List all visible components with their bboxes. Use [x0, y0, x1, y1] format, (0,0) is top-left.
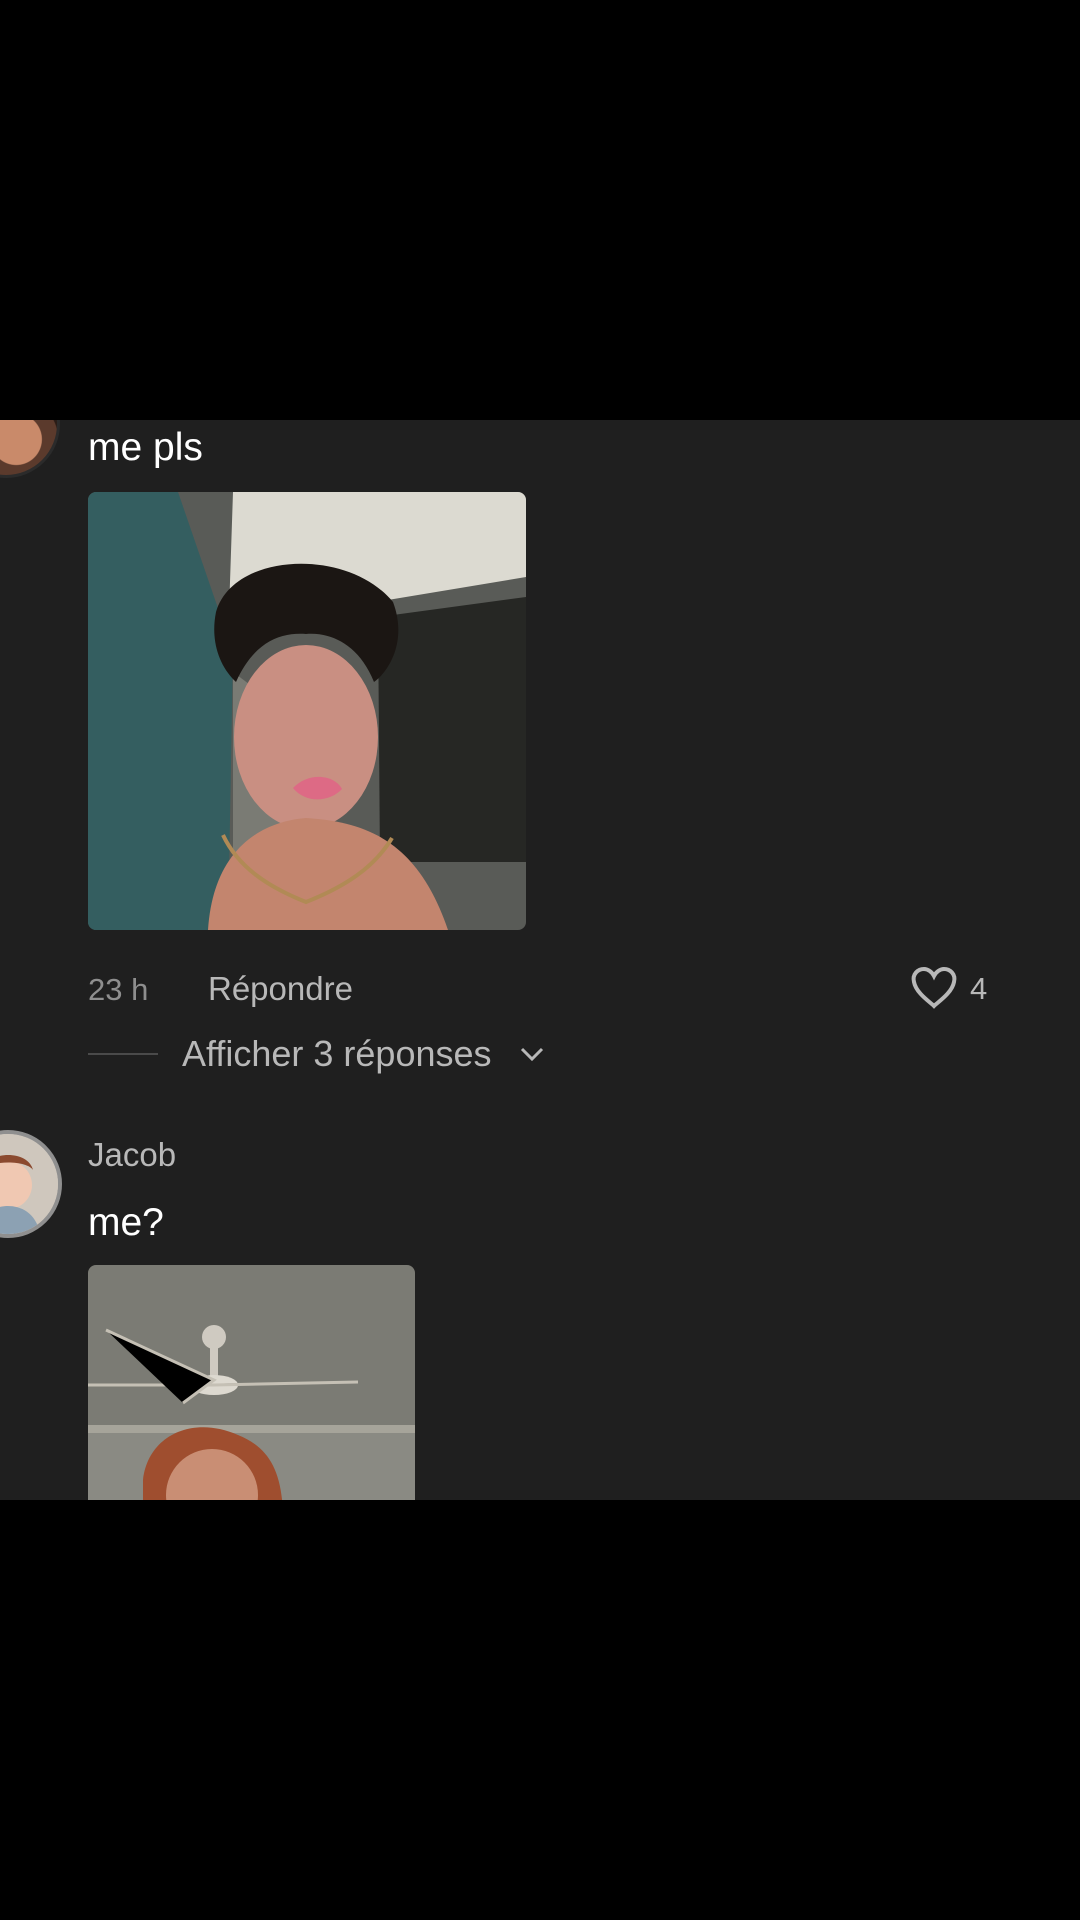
like-button[interactable]: 4: [910, 966, 987, 1010]
chevron-down-icon: [520, 1047, 543, 1061]
view-replies-button[interactable]: Afficher 3 réponses: [88, 1036, 544, 1072]
selfie-image: [88, 492, 526, 930]
comment-photo[interactable]: [88, 492, 526, 930]
view-replies-label: Afficher 3 réponses: [182, 1033, 492, 1074]
comment-text: me?: [88, 1201, 164, 1244]
avatar-image: [0, 1134, 58, 1234]
screen: me pls 23 h Répondre 4 Afficher 3 répons…: [0, 0, 1080, 1920]
like-count: 4: [970, 970, 988, 1006]
comment-photo[interactable]: [88, 1265, 415, 1500]
reply-button[interactable]: Répondre: [208, 972, 353, 1005]
comment-avatar[interactable]: [0, 420, 60, 478]
comment-meta-row: 23 h Répondre 4: [88, 966, 1008, 1018]
selfie-image: [88, 1265, 415, 1500]
replies-divider: [88, 1053, 158, 1055]
heart-icon: [911, 966, 957, 1009]
comments-panel[interactable]: me pls 23 h Répondre 4 Afficher 3 répons…: [0, 420, 1080, 1500]
comment-text: me pls: [88, 426, 203, 469]
comment-timestamp: 23 h: [88, 972, 149, 1007]
comment-username[interactable]: Jacob: [88, 1138, 176, 1171]
comment-avatar-jacob[interactable]: [0, 1130, 62, 1238]
